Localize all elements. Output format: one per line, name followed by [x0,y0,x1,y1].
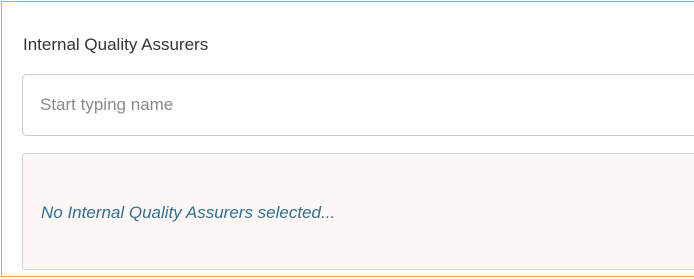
assurer-search-input[interactable] [22,74,694,136]
internal-quality-assurers-label: Internal Quality Assurers [23,35,209,54]
iqa-panel: Internal Quality Assurers No Internal Qu… [1,1,694,277]
selected-assurers-list: No Internal Quality Assurers selected... [22,153,694,270]
no-assurers-selected-message: No Internal Quality Assurers selected... [41,203,336,222]
